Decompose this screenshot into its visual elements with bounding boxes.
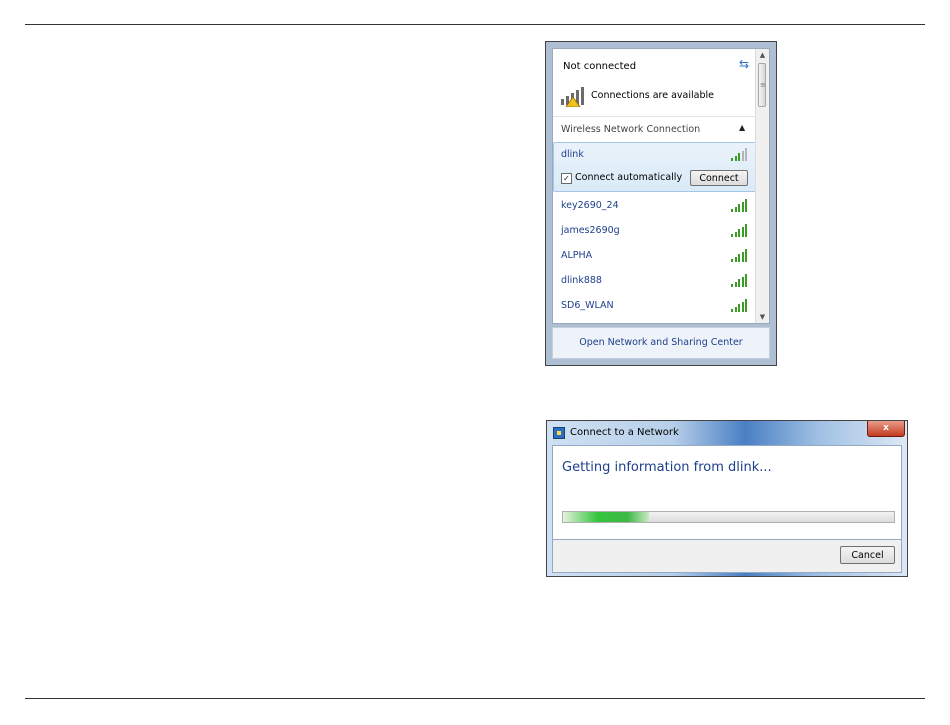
network-list-panel: Not connected ⇆ Connections are availabl… bbox=[552, 48, 770, 324]
wireless-section-header[interactable]: Wireless Network Connection bbox=[561, 124, 700, 135]
flyout-footer: Open Network and Sharing Center bbox=[552, 327, 770, 359]
wireless-flyout: Not connected ⇆ Connections are availabl… bbox=[545, 41, 777, 366]
network-name[interactable]: key2690_24 bbox=[561, 200, 619, 211]
connect-button[interactable]: Connect bbox=[690, 170, 748, 186]
network-name[interactable]: SD6_WLAN bbox=[561, 300, 614, 311]
connection-status-title: Not connected bbox=[563, 61, 637, 72]
signal-strength-icon bbox=[731, 224, 749, 237]
network-app-icon bbox=[553, 427, 565, 439]
scroll-up-arrow-icon[interactable]: ▲ bbox=[756, 49, 769, 61]
connections-available-text: Connections are available bbox=[591, 90, 714, 101]
section-divider bbox=[553, 116, 757, 117]
close-button[interactable]: x bbox=[867, 421, 905, 437]
refresh-icon[interactable]: ⇆ bbox=[739, 57, 749, 71]
bottom-rule bbox=[25, 698, 925, 699]
network-name[interactable]: james2690g bbox=[561, 225, 620, 236]
open-network-sharing-center-link[interactable]: Open Network and Sharing Center bbox=[553, 337, 769, 348]
chevron-up-icon[interactable]: ▲ bbox=[739, 123, 745, 132]
cancel-button[interactable]: Cancel bbox=[840, 546, 895, 564]
network-list-scrollbar[interactable]: ▲ ≡ ▼ bbox=[755, 49, 769, 323]
dialog-heading: Getting information from dlink... bbox=[562, 460, 772, 475]
progress-bar bbox=[562, 511, 895, 523]
scroll-thumb[interactable]: ≡ bbox=[758, 63, 766, 107]
network-name[interactable]: ALPHA bbox=[561, 250, 592, 261]
signal-strength-icon bbox=[731, 299, 749, 312]
signal-strength-icon bbox=[731, 148, 749, 161]
signal-strength-icon bbox=[731, 199, 749, 212]
network-name[interactable]: dlink888 bbox=[561, 275, 602, 286]
connect-to-network-dialog: Connect to a Network x Getting informati… bbox=[546, 420, 908, 577]
network-name-selected[interactable]: dlink bbox=[561, 149, 584, 160]
connect-automatically-checkbox[interactable]: ✓ bbox=[561, 173, 572, 184]
dialog-title: Connect to a Network bbox=[570, 427, 679, 438]
progress-fill bbox=[563, 512, 650, 522]
signal-strength-icon bbox=[731, 274, 749, 287]
connect-automatically-label: Connect automatically bbox=[575, 172, 683, 183]
scroll-down-arrow-icon[interactable]: ▼ bbox=[756, 311, 769, 323]
signal-strength-icon bbox=[731, 249, 749, 262]
signal-warning-icon bbox=[561, 87, 584, 107]
top-rule bbox=[25, 24, 925, 25]
grip-icon: ≡ bbox=[760, 81, 766, 89]
dialog-body: Getting information from dlink... bbox=[552, 445, 902, 540]
dialog-footer: Cancel bbox=[552, 540, 902, 573]
